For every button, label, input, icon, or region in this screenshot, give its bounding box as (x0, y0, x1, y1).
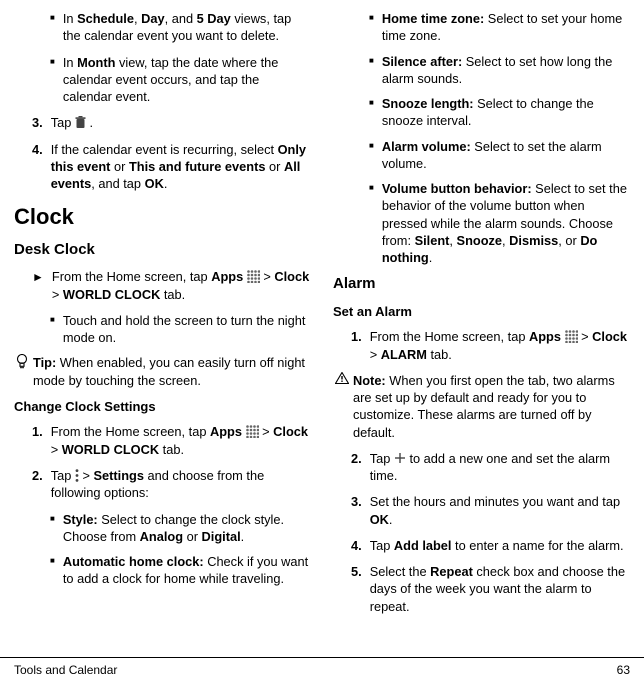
text: Tip: When enabled, you can easily turn o… (33, 354, 311, 389)
text: Tap to add a new one and set the alarm t… (370, 450, 630, 485)
step-number: 4. (32, 141, 43, 193)
lightbulb-icon (16, 354, 28, 369)
alarm-step-4: 4. Tap Add label to enter a name for the… (351, 537, 630, 554)
bullet-marker: ■ (369, 141, 374, 173)
page-number: 63 (617, 662, 630, 678)
step-number: 5. (351, 563, 362, 615)
heading-set-alarm: Set an Alarm (333, 303, 630, 321)
list-item: ■ Alarm volume: Select to set the alarm … (369, 138, 630, 173)
list-item: ■ Silence after: Select to set how long … (369, 53, 630, 88)
text: Style: Select to change the clock style.… (63, 511, 311, 546)
heading-change-clock-settings: Change Clock Settings (14, 398, 311, 416)
step-number: 1. (32, 423, 43, 458)
step-3: 3. Tap . (32, 114, 311, 131)
step-4: 4. If the calendar event is recurring, s… (32, 141, 311, 193)
text: If the calendar event is recurring, sele… (51, 141, 311, 193)
step-number: 2. (351, 450, 362, 485)
tip-row: Tip: When enabled, you can easily turn o… (16, 354, 311, 389)
text: Tap (51, 468, 75, 483)
text: . (89, 115, 93, 130)
note-row: Note: When you first open the tab, two a… (335, 372, 630, 441)
list-item: ■ Style: Select to change the clock styl… (50, 511, 311, 546)
kebab-menu-icon (75, 469, 79, 482)
list-item: ■ Touch and hold the screen to turn the … (50, 312, 311, 347)
bullet-marker: ■ (50, 315, 55, 347)
list-item: ► From the Home screen, tap Apps > Clock… (32, 268, 311, 303)
text: Home time zone: Select to set your home … (382, 10, 630, 45)
bullet-marker: ■ (369, 56, 374, 88)
text: Snooze length: Select to change the snoo… (382, 95, 630, 130)
step-number: 4. (351, 537, 362, 554)
list-item: ■ In Month view, tap the date where the … (50, 54, 311, 106)
text: In Schedule, Day, and 5 Day views, tap t… (63, 10, 311, 45)
text: to add a new one and set the alarm time. (370, 451, 610, 483)
text: Automatic home clock: Check if you want … (63, 553, 311, 588)
apps-grid-icon (247, 270, 260, 283)
page-body: ■ In Schedule, Day, and 5 Day views, tap… (0, 0, 644, 654)
apps-grid-icon (246, 425, 259, 438)
step-1: 1. From the Home screen, tap Apps > Cloc… (32, 423, 311, 458)
alarm-step-1: 1. From the Home screen, tap Apps > Cloc… (351, 328, 630, 363)
text: > Settings and choose from the following… (51, 468, 265, 500)
list-item: ■ Volume button behavior: Select to set … (369, 180, 630, 266)
text: From the Home screen, tap Apps (51, 424, 246, 439)
text: In Month view, tap the date where the ca… (63, 54, 311, 106)
text: Note: When you first open the tab, two a… (353, 372, 630, 441)
warning-icon (335, 372, 349, 384)
text: Select the Repeat check box and choose t… (370, 563, 630, 615)
text: Tap Add label to enter a name for the al… (370, 537, 630, 554)
plus-icon (394, 452, 406, 464)
text: Tap . (51, 114, 311, 131)
list-item: ■ In Schedule, Day, and 5 Day views, tap… (50, 10, 311, 45)
step-number: 1. (351, 328, 362, 363)
text: Set the hours and minutes you want and t… (370, 493, 630, 528)
page-footer: Tools and Calendar 63 (0, 657, 644, 686)
text: Alarm volume: Select to set the alarm vo… (382, 138, 630, 173)
bullet-marker: ■ (369, 183, 374, 266)
text: Tap (51, 115, 75, 130)
alarm-step-5: 5. Select the Repeat check box and choos… (351, 563, 630, 615)
bullet-marker: ■ (50, 556, 55, 588)
footer-section: Tools and Calendar (14, 662, 117, 678)
text: From the Home screen, tap Apps > Clock >… (51, 423, 311, 458)
text: From the Home screen, tap Apps (52, 269, 247, 284)
text: Tap (370, 451, 394, 466)
text: From the Home screen, tap Apps (370, 329, 565, 344)
bullet-marker: ■ (50, 514, 55, 546)
list-item: ■ Snooze length: Select to change the sn… (369, 95, 630, 130)
text: From the Home screen, tap Apps > Clock >… (370, 328, 630, 363)
triangle-marker: ► (32, 269, 44, 303)
text: Silence after: Select to set how long th… (382, 53, 630, 88)
step-number: 3. (32, 114, 43, 131)
text: Tap > Settings and choose from the follo… (51, 467, 311, 502)
heading-desk-clock: Desk Clock (14, 240, 311, 260)
list-item: ■ Home time zone: Select to set your hom… (369, 10, 630, 45)
bullet-marker: ■ (50, 57, 55, 106)
heading-clock: Clock (14, 202, 311, 232)
bullet-marker: ■ (369, 98, 374, 130)
trash-icon (75, 116, 86, 129)
text: Volume button behavior: Select to set th… (382, 180, 630, 266)
step-number: 3. (351, 493, 362, 528)
apps-grid-icon (565, 330, 578, 343)
step-number: 2. (32, 467, 43, 502)
right-column: ■ Home time zone: Select to set your hom… (333, 10, 630, 654)
step-2: 2. Tap > Settings and choose from the fo… (32, 467, 311, 502)
alarm-step-3: 3. Set the hours and minutes you want an… (351, 493, 630, 528)
heading-alarm: Alarm (333, 274, 630, 294)
text: From the Home screen, tap Apps > Clock >… (52, 268, 311, 303)
list-item: ■ Automatic home clock: Check if you wan… (50, 553, 311, 588)
bullet-marker: ■ (369, 13, 374, 45)
bullet-marker: ■ (50, 13, 55, 45)
text: Touch and hold the screen to turn the ni… (63, 312, 311, 347)
left-column: ■ In Schedule, Day, and 5 Day views, tap… (14, 10, 311, 654)
alarm-step-2: 2. Tap to add a new one and set the alar… (351, 450, 630, 485)
